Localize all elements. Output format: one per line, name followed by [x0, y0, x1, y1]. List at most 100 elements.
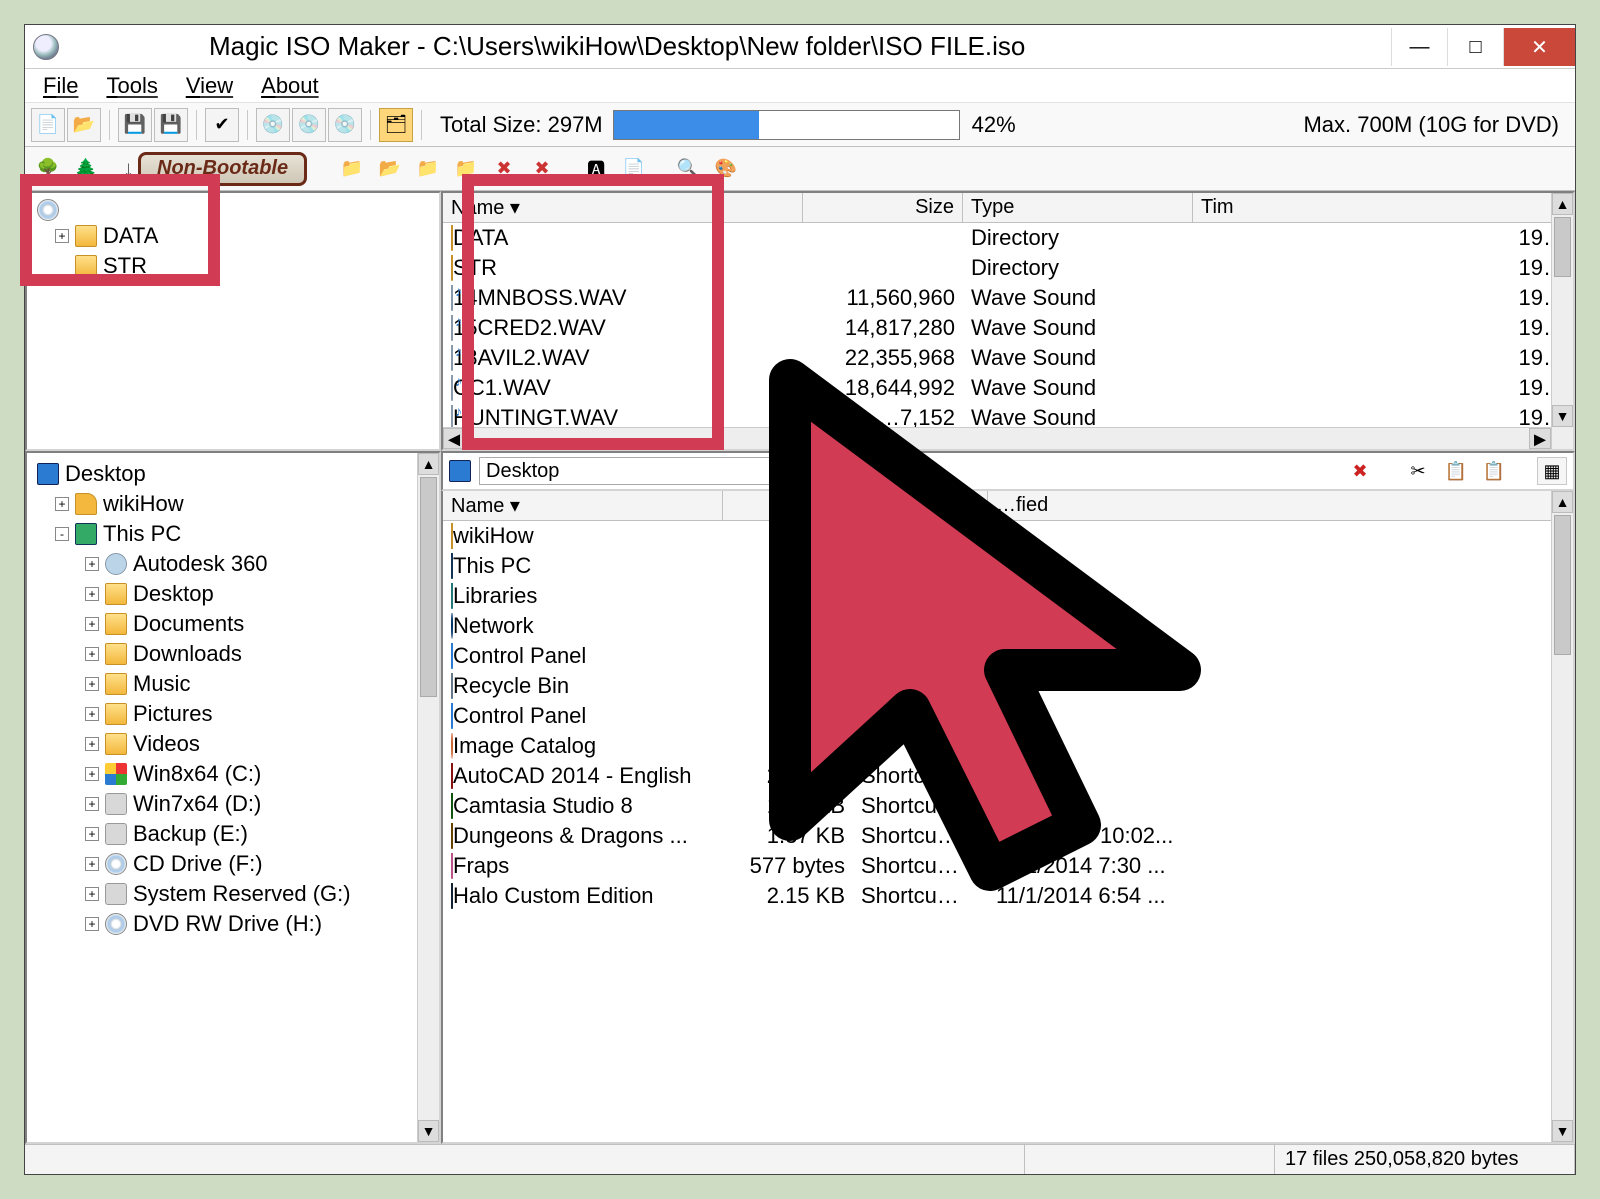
- scroll-up-icon[interactable]: ▲: [1552, 193, 1573, 215]
- save-as-button[interactable]: 💾: [154, 108, 188, 142]
- fs-tree-item[interactable]: -This PC: [37, 519, 435, 549]
- fs-tree-item[interactable]: +wikiHow: [37, 489, 435, 519]
- expand-toggle-icon[interactable]: +: [85, 617, 99, 631]
- menu-file[interactable]: File: [43, 73, 78, 99]
- list-item[interactable]: Control Panel: [443, 641, 1573, 671]
- scroll-right-icon[interactable]: ►: [1529, 428, 1551, 449]
- list-item[interactable]: Recycle Bin: [443, 671, 1573, 701]
- maximize-button[interactable]: □: [1447, 28, 1503, 66]
- fs-tree-item[interactable]: +CD Drive (F:): [37, 849, 435, 879]
- folder-up-button[interactable]: 📁: [411, 152, 445, 186]
- expand-toggle-icon[interactable]: +: [85, 707, 99, 721]
- column-header-name[interactable]: Name ▾: [443, 491, 723, 520]
- vertical-scrollbar[interactable]: ▲ ▼: [1551, 491, 1573, 1142]
- minimize-button[interactable]: —: [1391, 28, 1447, 66]
- iso-tree-item-data[interactable]: + DATA: [37, 221, 435, 251]
- list-item[interactable]: Libraries: [443, 581, 1573, 611]
- scroll-left-icon[interactable]: ◄: [443, 428, 465, 449]
- scroll-down-icon[interactable]: ▼: [1552, 1120, 1573, 1142]
- save-button[interactable]: 💾: [118, 108, 152, 142]
- column-header-modified[interactable]: …fied: [988, 491, 1573, 520]
- folder-new-button[interactable]: 📁: [449, 152, 483, 186]
- vertical-scrollbar[interactable]: ▲ ▼: [1551, 193, 1573, 449]
- list-item[interactable]: 14MNBOSS.WAV11,560,960Wave Sound19…: [443, 283, 1573, 313]
- list-item[interactable]: 15CRED2.WAV14,817,280Wave Sound19…: [443, 313, 1573, 343]
- list-item[interactable]: Control Panel: [443, 701, 1573, 731]
- list-item[interactable]: Network: [443, 611, 1573, 641]
- list-item[interactable]: DATADirectory19…: [443, 223, 1573, 253]
- tree-collapse-icon[interactable]: 🌳: [31, 152, 65, 186]
- fs-tree-item[interactable]: +Videos: [37, 729, 435, 759]
- expand-toggle-icon[interactable]: +: [55, 497, 69, 511]
- column-header-type[interactable]: [853, 491, 988, 520]
- expand-toggle-icon[interactable]: +: [85, 827, 99, 841]
- column-header-name[interactable]: Name ▾: [443, 193, 803, 222]
- column-header-type[interactable]: Type: [963, 193, 1193, 222]
- expand-toggle-icon[interactable]: +: [85, 737, 99, 751]
- expand-toggle-icon[interactable]: +: [85, 767, 99, 781]
- list-item[interactable]: Halo Custom Edition2.15 KBShortcu…11/1/2…: [443, 881, 1573, 911]
- fs-tree-item[interactable]: +Backup (E:): [37, 819, 435, 849]
- location-combo[interactable]: Desktop ▾: [479, 457, 799, 485]
- list-item[interactable]: 18AVIL2.WAV22,355,968Wave Sound19…: [443, 343, 1573, 373]
- extract-button[interactable]: 💿: [292, 108, 326, 142]
- expand-toggle-icon[interactable]: +: [85, 557, 99, 571]
- expand-toggle-icon[interactable]: +: [85, 677, 99, 691]
- list-item[interactable]: STRDirectory19…: [443, 253, 1573, 283]
- menu-about[interactable]: About: [261, 73, 319, 99]
- burn-button[interactable]: 💿: [256, 108, 290, 142]
- rename-button[interactable]: 🅰: [579, 152, 613, 186]
- iso-tree-item-str[interactable]: STR: [37, 251, 435, 281]
- fs-tree-root[interactable]: Desktop: [37, 459, 435, 489]
- copy-button[interactable]: 📋: [1441, 457, 1471, 485]
- column-header-time[interactable]: Tim: [1193, 193, 1573, 222]
- close-button[interactable]: ✕: [1503, 28, 1575, 66]
- paste-button[interactable]: 📋: [1479, 457, 1509, 485]
- scroll-thumb[interactable]: [1554, 515, 1571, 655]
- scroll-thumb[interactable]: [420, 477, 437, 697]
- compress-button[interactable]: 💿: [328, 108, 362, 142]
- expand-toggle-icon[interactable]: +: [85, 857, 99, 871]
- view-mode-button[interactable]: ▦: [1537, 457, 1567, 485]
- options-button[interactable]: 🎨: [709, 152, 743, 186]
- open-button[interactable]: 📂: [67, 108, 101, 142]
- list-item[interactable]: Dungeons & Dragons ...1.37 KBShortcu…12/…: [443, 821, 1573, 851]
- list-item[interactable]: CC1.WAV18,644,992Wave Sound19…: [443, 373, 1573, 403]
- dropdown-icon[interactable]: ▾: [776, 458, 798, 484]
- add-folder-button[interactable]: 📁: [335, 152, 369, 186]
- tree-expand-icon[interactable]: 🌲: [69, 152, 103, 186]
- delete-all-button[interactable]: ✖: [525, 152, 559, 186]
- explorer-toggle-button[interactable]: 🗂: [379, 108, 413, 142]
- fs-tree-item[interactable]: +Documents: [37, 609, 435, 639]
- fs-tree-item[interactable]: +System Reserved (G:): [37, 879, 435, 909]
- expand-toggle-icon[interactable]: +: [85, 587, 99, 601]
- list-item[interactable]: Fraps577 bytesShortcu…11/1/2014 7:30 ...: [443, 851, 1573, 881]
- expand-toggle-icon[interactable]: +: [85, 917, 99, 931]
- list-item[interactable]: AutoCAD 2014 - English2.07 KBShortcu…11/…: [443, 761, 1573, 791]
- expand-toggle-icon[interactable]: +: [85, 647, 99, 661]
- menu-view[interactable]: View: [186, 73, 233, 99]
- list-item[interactable]: Image Catalog: [443, 731, 1573, 761]
- expand-toggle-icon[interactable]: -: [55, 527, 69, 541]
- fs-tree-item[interactable]: +Pictures: [37, 699, 435, 729]
- expand-toggle-icon[interactable]: +: [85, 797, 99, 811]
- add-file-button[interactable]: 📂: [373, 152, 407, 186]
- delete-file-button[interactable]: ✖: [1345, 457, 1375, 485]
- scroll-down-icon[interactable]: ▼: [1552, 405, 1573, 427]
- fs-tree-item[interactable]: +Win8x64 (C:): [37, 759, 435, 789]
- list-item[interactable]: Camtasia Studio 81.16 KBShortcu…11/1/20…: [443, 791, 1573, 821]
- cut-button[interactable]: ✂: [1403, 457, 1433, 485]
- fs-tree-item[interactable]: +Autodesk 360: [37, 549, 435, 579]
- fs-tree-item[interactable]: +Win7x64 (D:): [37, 789, 435, 819]
- down-arrow-icon[interactable]: ↓: [123, 156, 134, 182]
- export-button[interactable]: 📄: [617, 152, 651, 186]
- search-button[interactable]: 🔍: [671, 152, 705, 186]
- expand-toggle-icon[interactable]: +: [55, 229, 69, 243]
- scroll-up-icon[interactable]: ▲: [1552, 491, 1573, 513]
- properties-button[interactable]: ✔: [205, 108, 239, 142]
- iso-tree-root[interactable]: [37, 199, 435, 221]
- column-header-size[interactable]: Size: [803, 193, 963, 222]
- fs-tree-item[interactable]: +Music: [37, 669, 435, 699]
- vertical-scrollbar[interactable]: ▲ ▼: [417, 453, 439, 1142]
- scroll-thumb[interactable]: [1554, 217, 1571, 277]
